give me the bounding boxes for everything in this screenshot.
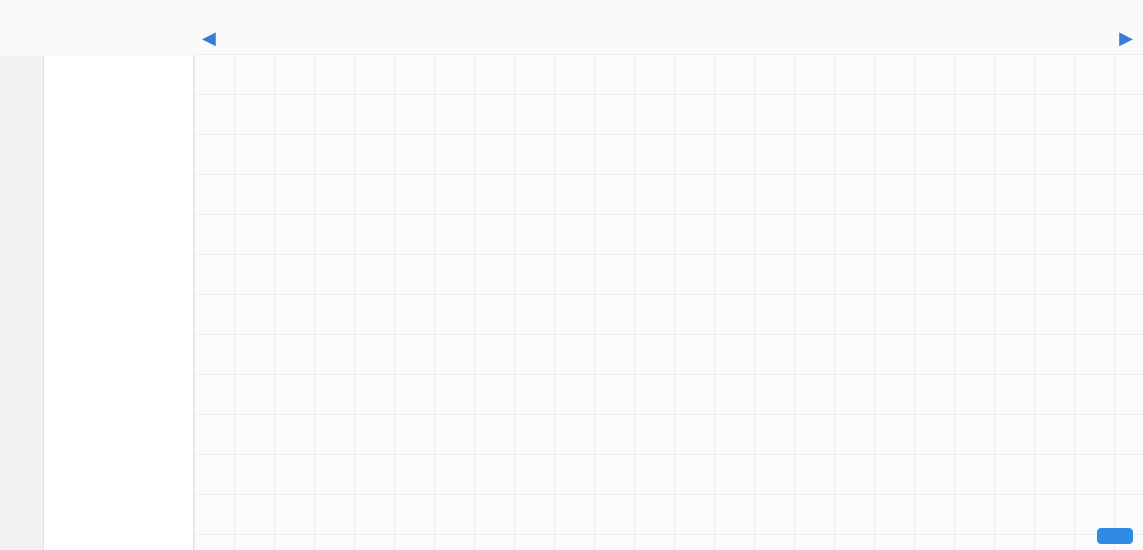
schematic-view-button[interactable] [1097, 528, 1133, 544]
collapse-left-chevron[interactable]: ◀ [202, 28, 216, 49]
category-rail [0, 56, 44, 550]
tool-palette [44, 56, 194, 550]
drawing-canvas[interactable] [194, 54, 1143, 550]
main-toolbar [260, 6, 1083, 52]
collapse-right-chevron[interactable]: ▶ [1119, 28, 1133, 49]
